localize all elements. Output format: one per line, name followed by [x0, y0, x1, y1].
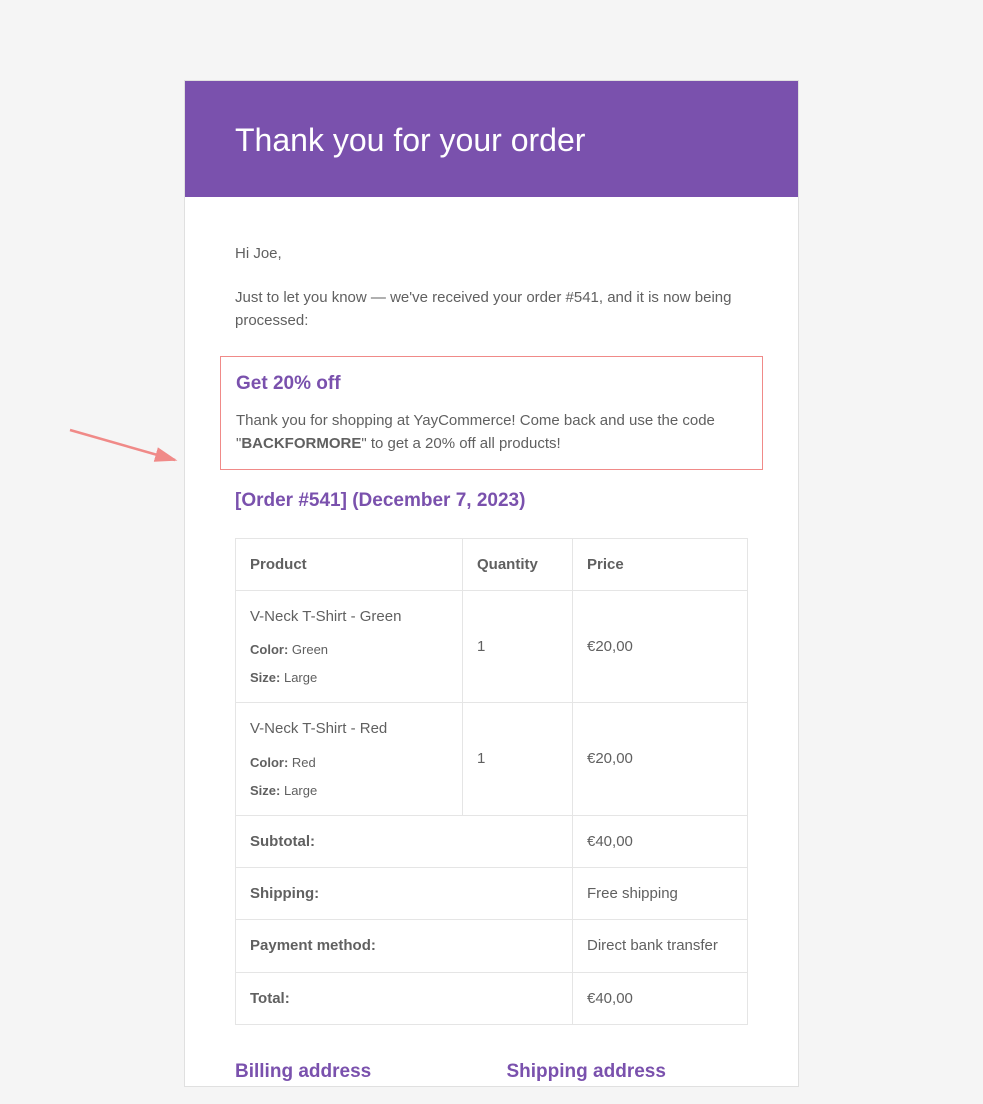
summary-row-payment: Payment method: Direct bank transfer — [236, 920, 748, 972]
email-card: Thank you for your order Hi Joe, Just to… — [184, 80, 799, 1087]
summary-row-subtotal: Subtotal: €40,00 — [236, 815, 748, 867]
shipping-address-col: Shipping address — [507, 1057, 749, 1086]
product-name: V-Neck T-Shirt - Red — [250, 717, 448, 740]
addresses-section: Billing address Shipping address — [235, 1057, 748, 1086]
product-cell: V-Neck T-Shirt - Green Color: Green Size… — [236, 590, 463, 703]
billing-address-col: Billing address — [235, 1057, 477, 1086]
col-product: Product — [236, 538, 463, 590]
product-name: V-Neck T-Shirt - Green — [250, 605, 448, 628]
intro-text: Just to let you know — we've received yo… — [235, 286, 748, 333]
product-size: Size: Large — [250, 781, 448, 801]
summary-row-shipping: Shipping: Free shipping — [236, 868, 748, 920]
qty-cell: 1 — [463, 703, 573, 816]
price-cell: €20,00 — [573, 590, 748, 703]
shipping-heading: Shipping address — [507, 1057, 749, 1086]
product-cell: V-Neck T-Shirt - Red Color: Red Size: La… — [236, 703, 463, 816]
product-size: Size: Large — [250, 668, 448, 688]
product-color: Color: Red — [250, 753, 448, 773]
order-heading: [Order #541] (December 7, 2023) — [235, 486, 748, 515]
summary-row-total: Total: €40,00 — [236, 972, 748, 1024]
email-title: Thank you for your order — [235, 122, 585, 158]
annotation-arrow — [65, 420, 185, 470]
subtotal-label: Subtotal: — [236, 815, 573, 867]
shipping-label: Shipping: — [236, 868, 573, 920]
email-body: Hi Joe, Just to let you know — we've rec… — [185, 197, 798, 1086]
promo-code: BACKFORMORE — [241, 435, 361, 452]
col-quantity: Quantity — [463, 538, 573, 590]
table-row: V-Neck T-Shirt - Green Color: Green Size… — [236, 590, 748, 703]
total-value: €40,00 — [573, 972, 748, 1024]
promo-text-after: " to get a 20% off all products! — [361, 435, 560, 452]
shipping-value: Free shipping — [573, 868, 748, 920]
col-price: Price — [573, 538, 748, 590]
payment-value: Direct bank transfer — [573, 920, 748, 972]
qty-cell: 1 — [463, 590, 573, 703]
subtotal-value: €40,00 — [573, 815, 748, 867]
payment-label: Payment method: — [236, 920, 573, 972]
price-cell: €20,00 — [573, 703, 748, 816]
promo-box: Get 20% off Thank you for shopping at Ya… — [220, 356, 763, 470]
total-label: Total: — [236, 972, 573, 1024]
promo-title: Get 20% off — [236, 369, 747, 398]
promo-text: Thank you for shopping at YayCommerce! C… — [236, 409, 747, 456]
table-header-row: Product Quantity Price — [236, 538, 748, 590]
table-row: V-Neck T-Shirt - Red Color: Red Size: La… — [236, 703, 748, 816]
email-header: Thank you for your order — [185, 81, 798, 197]
greeting-text: Hi Joe, — [235, 242, 748, 265]
billing-heading: Billing address — [235, 1057, 477, 1086]
product-color: Color: Green — [250, 640, 448, 660]
order-table: Product Quantity Price V-Neck T-Shirt - … — [235, 538, 748, 1025]
